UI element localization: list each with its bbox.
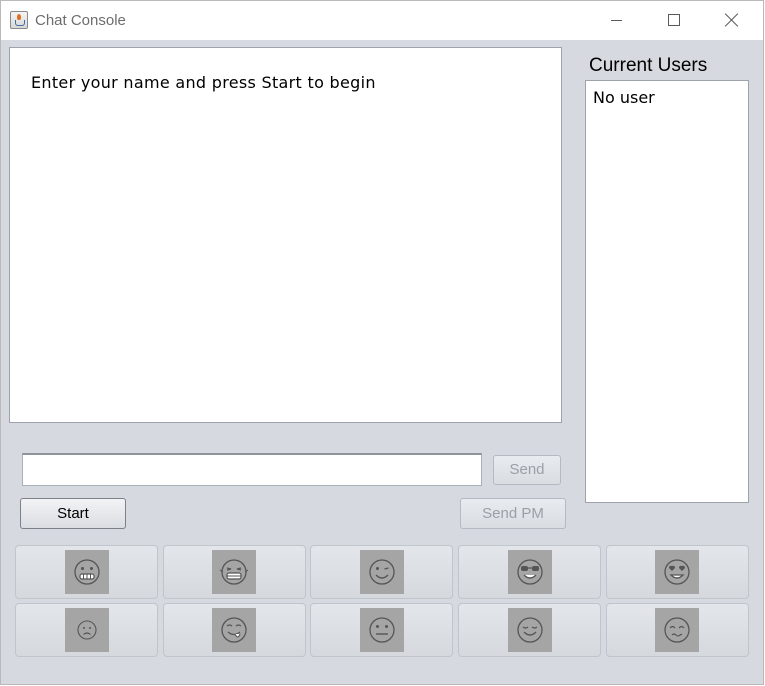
grinning-face-icon <box>64 550 109 594</box>
emoji-button[interactable] <box>310 545 454 599</box>
emoji-panel <box>15 545 749 659</box>
emoji-button[interactable] <box>15 603 158 657</box>
neutral-face-icon <box>359 608 404 652</box>
heart-eyes-face-icon <box>655 550 700 594</box>
emoji-button[interactable] <box>15 545 158 599</box>
tongue-out-face-icon <box>212 608 257 652</box>
emoji-button[interactable] <box>310 603 454 657</box>
user-list-item[interactable]: No user <box>593 88 655 107</box>
message-input[interactable] <box>22 453 482 486</box>
minimize-icon <box>611 20 622 21</box>
close-icon <box>725 13 739 27</box>
winking-face-icon <box>359 550 404 594</box>
maximize-button[interactable] <box>645 1 703 40</box>
minimize-button[interactable] <box>587 1 645 40</box>
laughing-face-icon <box>212 550 257 594</box>
emoji-button[interactable] <box>458 545 602 599</box>
close-button[interactable] <box>703 1 761 40</box>
chat-console-window: Chat Console Enter your name and press S… <box>0 0 764 685</box>
emoji-button[interactable] <box>162 545 306 599</box>
window-title: Chat Console <box>35 12 126 29</box>
chat-message: Enter your name and press Start to begin <box>31 73 376 92</box>
send-pm-button[interactable]: Send PM <box>460 498 566 529</box>
maximize-icon <box>668 14 680 26</box>
emoji-button[interactable] <box>458 603 602 657</box>
users-list[interactable]: No user <box>585 80 749 503</box>
relieved-face-icon <box>507 608 552 652</box>
sunglasses-face-icon <box>507 550 552 594</box>
emoji-button[interactable] <box>605 545 749 599</box>
current-users-heading: Current Users <box>589 55 708 76</box>
embarrassed-face-icon <box>655 608 700 652</box>
start-button[interactable]: Start <box>20 498 126 529</box>
java-app-icon <box>10 11 28 29</box>
title-bar: Chat Console <box>1 1 763 40</box>
sad-face-icon <box>64 608 109 652</box>
emoji-button[interactable] <box>162 603 306 657</box>
emoji-button[interactable] <box>605 603 749 657</box>
chat-message-area[interactable]: Enter your name and press Start to begin <box>9 47 562 423</box>
send-button[interactable]: Send <box>493 455 561 485</box>
